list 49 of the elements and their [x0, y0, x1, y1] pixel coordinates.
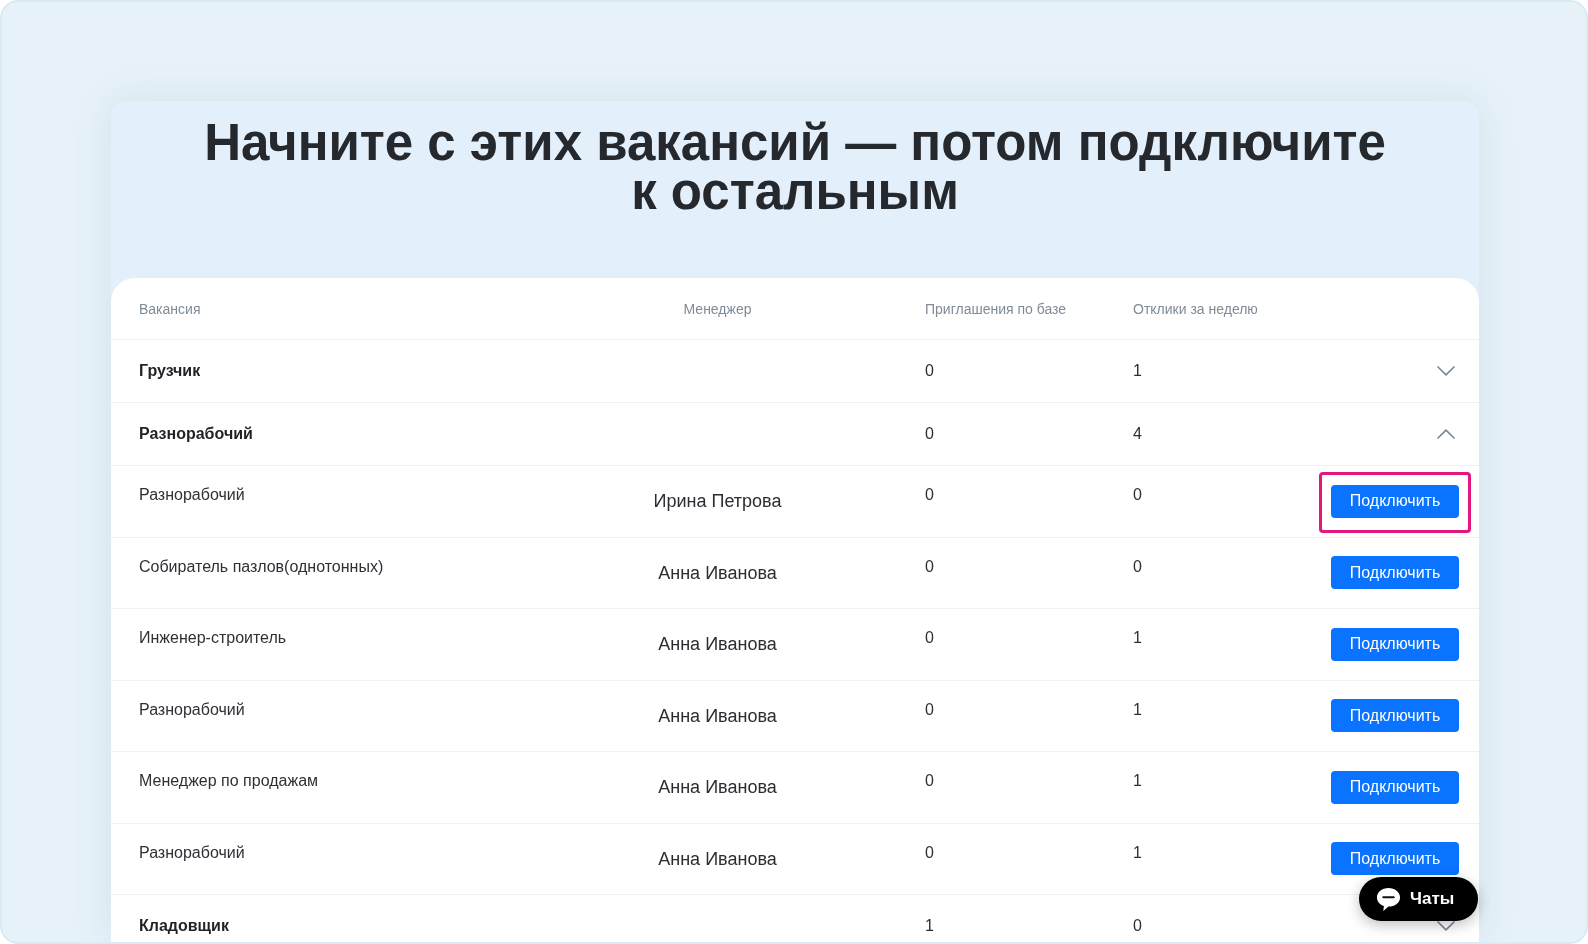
chevron-down-icon[interactable] — [1437, 921, 1455, 931]
manager-name: Анна Иванова — [658, 634, 777, 655]
responses-count: 1 — [1133, 771, 1143, 791]
invitations-count: 0 — [924, 425, 935, 443]
manager-name: Анна Иванова — [658, 848, 777, 869]
connect-button[interactable]: Подключить — [1331, 556, 1459, 590]
manager-name: Анна Иванова — [658, 562, 777, 583]
manager-name: Анна Иванова — [658, 777, 777, 798]
column-header: Приглашения по базе — [924, 300, 1068, 317]
responses-count: 0 — [1133, 917, 1143, 935]
invitations-count: 0 — [924, 842, 935, 863]
responses-count: 1 — [1133, 628, 1143, 648]
connect-button[interactable]: Подключить — [1331, 842, 1459, 876]
chat-button[interactable]: Чаты — [1359, 877, 1478, 921]
invitations-count: 0 — [924, 485, 935, 505]
vacancy-name: Разнорабочий — [139, 842, 246, 863]
vacancy-group-title: Разнорабочий — [139, 425, 254, 443]
speech-bubble-icon — [1376, 886, 1401, 912]
chevron-down-icon[interactable] — [1437, 366, 1455, 376]
connect-button[interactable]: Подключить — [1331, 484, 1459, 518]
connect-button[interactable]: Подключить — [1331, 627, 1459, 661]
invitations-count: 1 — [924, 917, 935, 935]
responses-count: 0 — [1133, 485, 1143, 505]
connect-button[interactable]: Подключить — [1331, 699, 1459, 733]
vacancy-name: Разнорабочий — [139, 485, 246, 505]
manager-name: Анна Иванова — [658, 705, 777, 726]
vacancy-name: Инженер-строитель — [139, 628, 288, 648]
manager-name: Ирина Петрова — [653, 491, 782, 512]
responses-count: 1 — [1133, 842, 1143, 863]
chevron-up-icon[interactable] — [1437, 429, 1455, 439]
invitations-count: 0 — [924, 628, 935, 648]
responses-count: 1 — [1133, 362, 1143, 380]
responses-count: 0 — [1133, 556, 1143, 577]
responses-count: 1 — [1133, 699, 1143, 720]
vacancy-name: Собиратель пазлов(однотонных) — [139, 556, 385, 577]
invitations-count: 0 — [924, 556, 935, 577]
vacancy-group-title: Кладовщик — [139, 917, 230, 935]
invitations-count: 0 — [924, 699, 935, 720]
responses-count: 4 — [1133, 425, 1143, 443]
column-header: Менеджер — [682, 300, 753, 317]
vacancy-name: Разнорабочий — [139, 699, 246, 720]
invitations-count: 0 — [924, 771, 935, 791]
column-header: Вакансия — [139, 300, 202, 317]
page-heading: Начните с этих вакансий — потом подключите к остальным — [203, 118, 1387, 216]
invitations-count: 0 — [924, 362, 935, 380]
vacancy-group-title: Грузчик — [139, 362, 202, 380]
connect-button[interactable]: Подключить — [1331, 770, 1459, 804]
column-header: Отклики за неделю — [1133, 300, 1259, 317]
vacancy-name: Менеджер по продажам — [139, 771, 320, 791]
